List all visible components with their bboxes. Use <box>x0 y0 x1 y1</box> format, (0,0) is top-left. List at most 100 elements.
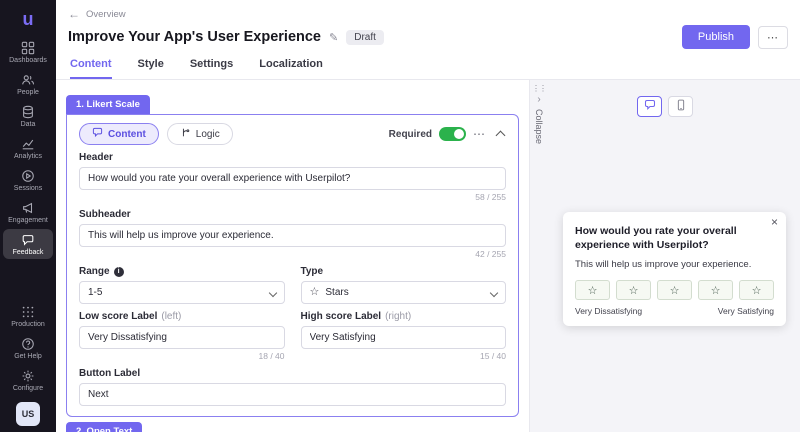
block-badge-open-text[interactable]: 2. Open Text <box>66 422 142 432</box>
sidebar-item-engagement[interactable]: Engagement <box>3 197 53 227</box>
star-option[interactable]: ☆ <box>739 280 774 300</box>
preview-high-label: Very Satisfying <box>718 306 774 316</box>
feedback-bubble-icon <box>21 233 35 247</box>
editor-panel: 1. Likert Scale Content Logic <box>56 80 530 432</box>
high-score-char-counter: 15 / 40 <box>301 351 507 361</box>
field-label-hint: (left) <box>161 311 181 322</box>
field-label-text: Low score Label <box>79 311 157 322</box>
sidebar-item-analytics[interactable]: Analytics <box>3 133 53 163</box>
sidebar-item-people[interactable]: People <box>3 69 53 99</box>
back-arrow-icon[interactable]: ← <box>68 7 80 21</box>
content-mode-button[interactable]: Content <box>79 123 159 145</box>
high-score-field: High score Label (right) 15 / 40 <box>301 304 507 361</box>
tab-settings[interactable]: Settings <box>190 58 233 79</box>
close-icon[interactable]: × <box>771 215 778 229</box>
people-icon <box>21 73 35 87</box>
sidebar-item-label: Engagement <box>8 217 48 224</box>
tab-bar: Content Style Settings Localization <box>68 58 788 79</box>
score-labels-row: Low score Label (left) 18 / 40 High scor… <box>79 304 506 361</box>
branch-icon <box>180 127 191 141</box>
database-icon <box>21 105 35 119</box>
bubble-icon <box>644 98 656 116</box>
bubble-icon <box>92 127 103 141</box>
sidebar-item-label: Data <box>21 121 36 128</box>
title-row: Improve Your App's User Experience ✎ Dra… <box>68 25 788 49</box>
tab-content[interactable]: Content <box>70 58 112 79</box>
range-select[interactable]: 1-5 <box>79 281 285 304</box>
high-score-label: High score Label (right) <box>301 311 507 322</box>
page-header: ← Overview Improve Your App's User Exper… <box>56 0 800 80</box>
low-score-label: Low score Label (left) <box>79 311 285 322</box>
type-field: Type ☆ Stars <box>301 259 507 304</box>
app-window: u Dashboards People Data Analytics Sessi… <box>0 0 800 432</box>
sidebar-item-label: Get Help <box>14 353 42 360</box>
collapse-card-chevron-icon[interactable] <box>496 131 506 141</box>
logic-mode-button[interactable]: Logic <box>167 123 233 145</box>
help-icon <box>21 337 35 351</box>
low-score-input[interactable] <box>79 326 285 349</box>
bubble-preview-button[interactable] <box>637 96 662 117</box>
range-select-value: 1-5 <box>88 287 102 298</box>
collapse-label: Collapse <box>534 109 544 144</box>
tab-style[interactable]: Style <box>138 58 164 79</box>
breadcrumb[interactable]: ← Overview <box>68 7 788 21</box>
header-input[interactable] <box>79 167 506 190</box>
sidebar-item-label: Production <box>11 321 44 328</box>
collapse-panel-control[interactable]: ⋮⋮ › Collapse <box>532 86 546 144</box>
content-mode-label: Content <box>108 129 146 140</box>
sidebar: u Dashboards People Data Analytics Sessi… <box>0 0 56 432</box>
sidebar-item-data[interactable]: Data <box>3 101 53 131</box>
card-menu-icon[interactable]: ⋯ <box>473 128 486 140</box>
edit-title-icon[interactable]: ✎ <box>329 31 338 44</box>
high-score-input[interactable] <box>301 326 507 349</box>
star-option[interactable]: ☆ <box>575 280 610 300</box>
chevron-down-icon <box>490 288 498 296</box>
sidebar-item-label: Dashboards <box>9 57 47 64</box>
breadcrumb-label[interactable]: Overview <box>86 9 126 20</box>
publish-button[interactable]: Publish <box>682 25 750 49</box>
field-label-text: Subheader <box>79 209 131 220</box>
range-field: Range i 1-5 <box>79 259 285 304</box>
status-badge: Draft <box>346 30 384 45</box>
field-label-text: Type <box>301 266 324 277</box>
user-avatar[interactable]: US <box>16 402 40 426</box>
more-options-button[interactable]: ⋯ <box>758 26 788 49</box>
card-actions: Required ⋯ <box>389 127 506 141</box>
open-text-block: 2. Open Text <box>66 421 519 432</box>
sidebar-item-sessions[interactable]: Sessions <box>3 165 53 195</box>
sidebar-item-configure[interactable]: Configure <box>3 365 53 395</box>
star-option[interactable]: ☆ <box>616 280 651 300</box>
sidebar-item-production[interactable]: Production <box>3 301 53 331</box>
collapse-chevron-icon: › <box>537 94 540 105</box>
star-option[interactable]: ☆ <box>657 280 692 300</box>
survey-preview-card: × How would you rate your overall experi… <box>563 212 786 326</box>
sidebar-nav: Dashboards People Data Analytics Session… <box>0 36 56 260</box>
chevron-down-icon <box>268 288 276 296</box>
subheader-char-counter: 42 / 255 <box>79 249 506 259</box>
sidebar-item-dashboards[interactable]: Dashboards <box>3 37 53 67</box>
star-option[interactable]: ☆ <box>698 280 733 300</box>
sidebar-item-get-help[interactable]: Get Help <box>3 333 53 363</box>
type-field-label: Type <box>301 266 507 277</box>
sidebar-item-feedback[interactable]: Feedback <box>3 229 53 259</box>
field-label-text: Range <box>79 266 110 277</box>
type-select[interactable]: ☆ Stars <box>301 281 507 304</box>
megaphone-icon <box>21 201 35 215</box>
preview-subtitle: This will help us improve your experienc… <box>575 259 774 270</box>
subheader-input[interactable] <box>79 224 506 247</box>
sidebar-item-label: Analytics <box>14 153 42 160</box>
preview-low-label: Very Dissatisfying <box>575 306 642 316</box>
button-label-input[interactable] <box>79 383 506 406</box>
required-toggle[interactable] <box>439 127 466 141</box>
content-area: 1. Likert Scale Content Logic <box>56 80 800 432</box>
tab-localization[interactable]: Localization <box>259 58 323 79</box>
header-char-counter: 58 / 255 <box>79 192 506 202</box>
range-type-row: Range i 1-5 Type <box>79 259 506 304</box>
field-label-text: Header <box>79 152 113 163</box>
preview-score-labels: Very Dissatisfying Very Satisfying <box>575 306 774 316</box>
range-field-label: Range i <box>79 266 285 277</box>
field-label-text: Button Label <box>79 368 140 379</box>
block-badge-likert[interactable]: 1. Likert Scale <box>66 95 150 114</box>
info-icon[interactable]: i <box>114 267 124 277</box>
phone-preview-button[interactable] <box>668 96 693 117</box>
